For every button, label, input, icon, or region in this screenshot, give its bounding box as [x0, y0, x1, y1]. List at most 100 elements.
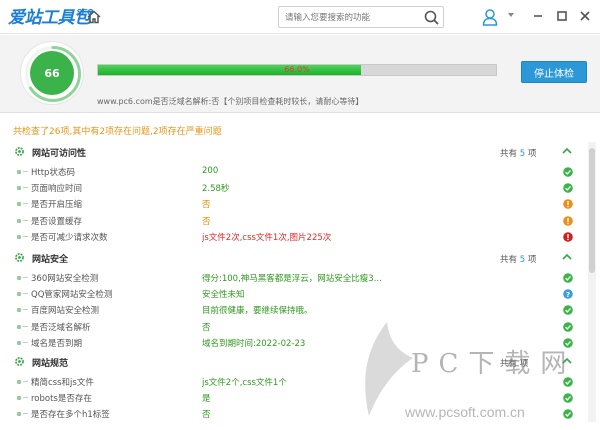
scrollbar[interactable]	[588, 142, 596, 422]
title-bar: 爱站工具包 SEO	[0, 0, 600, 34]
row-value: 是	[202, 394, 211, 405]
status-ok-icon	[563, 183, 573, 193]
row-label: 域名是否到期	[31, 338, 83, 349]
stop-check-button[interactable]: 停止体检	[521, 61, 587, 83]
row-label: 是否泛域名解析	[31, 322, 91, 333]
minimize-icon[interactable]	[531, 9, 545, 23]
row-label: QQ管家网站安全检测	[31, 290, 113, 301]
watermark-url: www.pcsoft.com.cn	[405, 404, 525, 420]
row-bullet	[17, 396, 21, 401]
close-icon[interactable]	[578, 9, 592, 23]
row-connector	[23, 325, 28, 327]
section-count-number: 5	[519, 149, 526, 159]
row-bullet	[17, 308, 21, 313]
row-connector	[23, 341, 28, 343]
status-error-icon	[563, 231, 573, 242]
check-target-url: www.pc6.com是否泛域名解析:否【个别项目检查耗时较长，请耐心等待】	[97, 97, 364, 106]
progress-percent: 66.0%	[284, 65, 310, 74]
search-box	[278, 6, 444, 28]
row-connector	[23, 293, 28, 295]
row-connector	[23, 171, 28, 172]
section-title: 网站可访问性	[32, 149, 87, 159]
row-bullet	[17, 218, 21, 223]
result-row[interactable]: 是否可减少请求次数 js文件2次,css文件1次,图片225次	[0, 229, 590, 245]
chevron-down-icon[interactable]	[508, 12, 514, 18]
row-bullet	[17, 202, 21, 207]
section-title: 网站安全	[32, 255, 69, 265]
svg-text:?: ?	[566, 291, 570, 299]
row-bullet	[17, 324, 21, 329]
scrollbar-thumb[interactable]	[589, 148, 595, 273]
section-count-number: 5	[519, 255, 526, 265]
row-bullet	[17, 340, 21, 345]
section-count-suffix: 项	[527, 149, 537, 159]
result-row[interactable]: 是否设置缓存 否	[0, 213, 590, 229]
section-title: 网站规范	[32, 359, 69, 369]
row-bullet	[17, 292, 21, 297]
row-connector	[23, 277, 28, 278]
row-connector	[23, 219, 28, 221]
row-connector	[23, 203, 28, 205]
row-connector	[23, 187, 28, 189]
result-row[interactable]: 360网站安全检测 得分:100,神马黑客都是浮云，网站安全比瘦3...	[0, 270, 590, 286]
row-value: 安全性未知	[202, 290, 245, 301]
row-bullet	[17, 380, 21, 384]
row-label: 页面响应时间	[31, 184, 83, 195]
row-connector	[23, 235, 28, 237]
row-value: 域名到期时间:2022-02-23	[202, 338, 306, 349]
status-warning-icon	[563, 199, 573, 210]
status-unknown-icon: ?	[563, 289, 573, 299]
row-value: 否	[202, 322, 211, 333]
result-row[interactable]: Http状态码 200	[0, 164, 590, 180]
status-ok-icon	[563, 167, 573, 177]
watermark-text: PC下载网	[411, 349, 577, 379]
home-icon[interactable]	[86, 9, 102, 25]
row-value: js文件2次,css文件1次,图片225次	[202, 232, 332, 243]
section-count: 共有 5 项	[500, 147, 536, 159]
row-bullet	[17, 170, 21, 174]
row-label: 百度网站安全检测	[31, 306, 100, 317]
result-row[interactable]: QQ管家网站安全检测 安全性未知 ?	[0, 286, 590, 302]
section-count: 共有 5 项	[500, 253, 536, 265]
result-row[interactable]: 是否泛域名解析 否	[0, 319, 590, 335]
settings-gear-icon	[15, 357, 24, 366]
row-label: 是否设置缓存	[31, 216, 83, 227]
row-bullet	[17, 186, 21, 191]
row-value: 得分:100,神马黑客都是浮云，网站安全比瘦3...	[202, 274, 382, 284]
row-label: 360网站安全检测	[31, 274, 99, 284]
row-value: 否	[202, 200, 211, 211]
row-label: 是否开启压缩	[31, 200, 83, 211]
section-header[interactable]: 网站可访问性 共有 5 项	[0, 142, 590, 162]
chevron-up-icon[interactable]	[561, 146, 573, 156]
check-summary: 共检查了26项,其中有2项存在问题,2项存在严重问题	[13, 127, 222, 137]
row-label: 精简css和js文件	[31, 378, 94, 388]
section-count-prefix: 共有	[500, 149, 518, 159]
row-bullet	[17, 412, 21, 417]
section-count-prefix: 共有	[500, 255, 518, 265]
maximize-icon[interactable]	[555, 9, 569, 23]
status-ok-icon	[563, 321, 573, 332]
row-label: robots是否存在	[31, 394, 92, 405]
row-connector	[23, 381, 28, 382]
row-bullet	[17, 234, 21, 239]
status-ok-icon	[563, 393, 573, 403]
progress-panel: 66 66.0% www.pc6.com是否泛域名解析:否【个别项目检查耗时较长…	[0, 35, 600, 113]
section-header[interactable]: 网站安全 共有 5 项	[0, 248, 590, 268]
score-ring: 66	[20, 41, 84, 105]
result-row[interactable]: 是否开启压缩 否	[0, 196, 590, 212]
settings-gear-icon	[15, 147, 24, 156]
row-label: 是否可减少请求次数	[31, 232, 108, 243]
row-label: Http状态码	[31, 168, 75, 178]
search-icon[interactable]	[423, 9, 440, 26]
row-value: 2.58秒	[202, 184, 230, 195]
status-ok-icon	[563, 409, 573, 420]
chevron-up-icon[interactable]	[561, 252, 573, 262]
user-icon[interactable]	[482, 8, 498, 26]
row-value: 否	[202, 216, 211, 227]
status-warning-icon	[563, 215, 573, 226]
row-value: js文件2个,css文件1个	[202, 378, 287, 388]
result-row[interactable]: 页面响应时间 2.58秒	[0, 180, 590, 196]
progress-bar: 66.0%	[97, 64, 497, 76]
search-input[interactable]	[285, 10, 415, 25]
result-row[interactable]: 百度网站安全检测 目前很健康，要继续保持哦。	[0, 302, 590, 318]
